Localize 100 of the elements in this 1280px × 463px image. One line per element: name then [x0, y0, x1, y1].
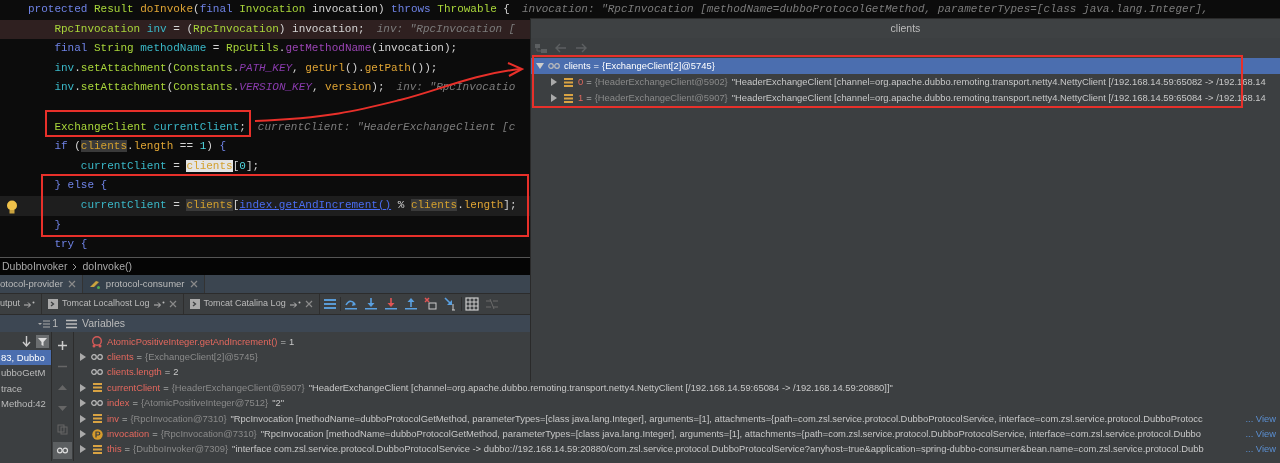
variable-type: {AtomicPositiveInteger@7512} — [140, 396, 269, 411]
equals-sign: = — [164, 365, 171, 380]
pin-arrow-icon — [153, 300, 165, 308]
code-text: currentClient = clients[index.getAndIncrement() % clients.length]; — [80, 198, 517, 211]
variable-name: inv — [107, 411, 119, 426]
pin-arrow-icon — [24, 300, 36, 308]
variable-value: "RpcInvocation [methodName=dubboProtocolGetMethod, parameterTypes=[class java.lang.Integer], arguments=[1], attachments={path=com.zsl.service.protocol.DubboProtocolService, interface=com.zsl.service.protocol.Dubbo — [260, 427, 1202, 441]
glasses-icon — [91, 400, 103, 407]
variable-value: 1 — [288, 334, 295, 349]
stack-frame[interactable]: Method:42 — [0, 396, 51, 412]
variable-name: clients — [564, 58, 591, 73]
code-text: ExchangeClient currentClient; — [54, 120, 246, 133]
code-text: if (clients.length == 1) { — [54, 140, 227, 153]
method-return-icon — [91, 335, 103, 348]
close-icon[interactable] — [304, 300, 313, 308]
expand-triangle-icon[interactable] — [79, 414, 87, 423]
calculator-icon[interactable] — [464, 297, 479, 311]
variable-name: AtomicPositiveInteger.getAndIncrement() — [107, 334, 278, 349]
variable-type: {HeaderExchangeClient@5902} — [594, 74, 728, 89]
drop-frame-icon[interactable] — [423, 297, 438, 311]
expand-triangle-icon[interactable] — [79, 399, 87, 408]
equals-sign: = — [122, 411, 128, 426]
breadcrumb-item[interactable]: doInvoke() — [82, 258, 132, 275]
dropdown-list-icon[interactable] — [38, 319, 51, 328]
equals-sign: = — [593, 58, 600, 73]
variable-name: this — [107, 442, 122, 457]
code-text: } — [54, 218, 61, 231]
glasses-icon — [91, 369, 103, 376]
variable-type: {RpcInvocation@7310} — [130, 411, 227, 426]
variable-value: "RpcInvocation [methodName=dubboProtocolGetMethod, parameterTypes=[class java.lang.Integer], arguments=[1], attachments={path=com.zsl.service.protocol.DubboProtocolService, interface=com.zsl.service.protocol.DubboProtocc — [230, 411, 1203, 426]
field-icon — [563, 77, 573, 87]
stack-frame[interactable]: 83, Dubbo — [0, 350, 51, 366]
glasses-icon[interactable] — [53, 442, 72, 459]
equals-sign: = — [124, 442, 131, 457]
breadcrumb-item[interactable]: DubboInvoker — [2, 258, 68, 275]
run-tab[interactable]: protocol-consumer — [82, 275, 205, 293]
variable-row[interactable]: clients.length = 2 — [74, 364, 1280, 381]
variable-type: {HeaderExchangeClient@5907} — [594, 90, 728, 105]
add-icon[interactable] — [57, 340, 68, 351]
variable-type: {HeaderExchangeClient@5907} — [171, 380, 305, 395]
frames-list-icon[interactable] — [322, 297, 337, 311]
inline-value-hint: inv: "RpcInvocation [ — [376, 22, 516, 35]
expand-triangle-icon[interactable] — [79, 430, 87, 439]
variable-name: 0 — [578, 74, 584, 89]
expand-triangle-icon[interactable] — [79, 445, 87, 454]
run-to-cursor-icon[interactable] — [443, 297, 458, 311]
variable-type: {ExchangeClient[2]@5745} — [602, 58, 715, 73]
variable-row[interactable]: currentClient = {HeaderExchangeClient@5907} "HeaderExchangeClient [channel=org.apache.dubbo.remoting.transport.netty4.NettyClient [/192.168.14.59:65084 -> /192.168.14.59:20880]]" — [74, 380, 1280, 396]
variable-type: {DubboInvoker@7309} — [133, 442, 229, 457]
code-text: final String methodName = RpcUtils.getMethodName(invocation); — [54, 42, 458, 55]
code-text: protected Result doInvoke(final Invocation invocation) throws Throwable { — [28, 3, 510, 15]
expand-triangle-icon[interactable] — [79, 383, 87, 392]
variable-row[interactable]: index = {AtomicPositiveInteger@7512} "2" — [74, 395, 1280, 411]
expand-triangle-icon[interactable] — [79, 353, 87, 362]
equals-sign: = — [586, 74, 592, 89]
force-step-into-icon[interactable] — [383, 297, 398, 311]
code-text: inv.setAttachment(Constants.VERSION_KEY, version); — [54, 81, 385, 94]
step-into-icon[interactable] — [363, 297, 378, 311]
close-icon[interactable] — [168, 300, 177, 308]
code-text: try { — [54, 238, 88, 251]
equals-sign: = — [280, 334, 286, 349]
variable-row[interactable]: clients = {ExchangeClient[2]@5745} — [74, 349, 1280, 365]
log-tab[interactable]: Tomcat Localhost Log — [42, 294, 184, 314]
console-icon — [189, 299, 200, 309]
variable-row[interactable]: AtomicPositiveInteger.getAndIncrement() = 1 — [74, 334, 1280, 350]
down-arrow-icon[interactable] — [22, 335, 31, 347]
step-over-icon[interactable] — [343, 297, 358, 311]
code-link[interactable]: index.getAndIncrement() — [239, 198, 392, 211]
thread-count: 1 — [52, 315, 58, 331]
tab-label: protocol-consumer — [105, 276, 185, 291]
step-out-icon[interactable] — [403, 297, 418, 311]
list-icon — [66, 318, 77, 329]
variable-value: 2 — [173, 365, 179, 380]
panel-title: Variables — [82, 315, 125, 331]
chevron-right-icon — [72, 262, 78, 271]
equals-sign: = — [132, 396, 138, 411]
lightbulb-icon[interactable] — [6, 199, 18, 214]
collapse-triangle-icon[interactable] — [536, 62, 544, 70]
expand-triangle-icon[interactable] — [550, 78, 558, 86]
stack-frame[interactable]: ubboGetM — [0, 365, 51, 381]
close-icon[interactable] — [189, 280, 198, 288]
filter-icon[interactable] — [36, 334, 49, 348]
variable-name: clients — [107, 350, 134, 365]
code-text: } else { — [54, 179, 108, 192]
equals-sign: = — [136, 350, 143, 365]
variable-name: clients.length — [107, 365, 162, 380]
log-tab[interactable]: Tomcat Catalina Log — [183, 294, 320, 314]
equals-sign: = — [152, 427, 158, 441]
field-icon — [92, 383, 102, 393]
log-tab[interactable]: utput — [0, 294, 43, 314]
variable-value: "HeaderExchangeClient [channel=org.apache.dubbo.remoting.transport.netty4.NettyClient [/192.168.14.59:65084 -> /192.168.14.59:20880]]" — [308, 380, 893, 395]
tab-label: otocol-provider — [0, 276, 63, 291]
expand-triangle-icon[interactable] — [550, 94, 558, 102]
close-icon[interactable] — [67, 280, 76, 288]
stack-frame[interactable]: trace — [0, 380, 51, 397]
field-icon — [563, 93, 573, 103]
variable-type: {ExchangeClient[2]@5745} — [145, 350, 258, 365]
tab-label: Tomcat Catalina Log — [203, 297, 286, 311]
tree-row[interactable]: clients = {ExchangeClient[2]@5745} — [531, 58, 1280, 74]
console-icon — [48, 299, 59, 309]
